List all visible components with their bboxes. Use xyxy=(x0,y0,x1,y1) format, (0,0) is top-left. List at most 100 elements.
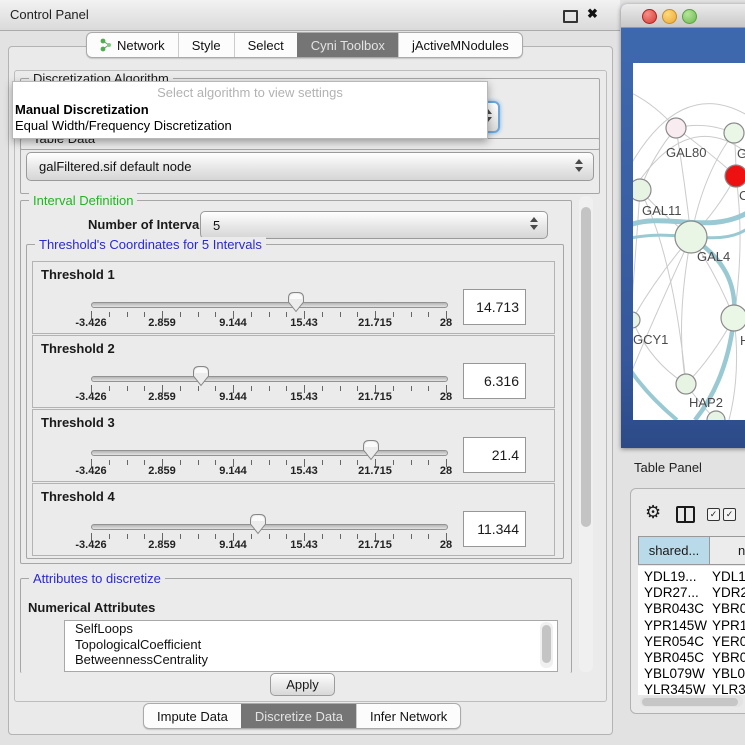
slider-tick xyxy=(322,312,323,317)
main-scrollbar-thumb[interactable] xyxy=(581,207,591,527)
threshold-value-field[interactable]: 21.4 xyxy=(463,437,526,473)
table-cell-shared[interactable]: YLR345W xyxy=(644,682,706,695)
table-cell-name[interactable]: YDR2 xyxy=(712,585,745,600)
slider-tick-label: -3.426 xyxy=(75,391,106,403)
network-node[interactable] xyxy=(707,411,725,420)
slider-tick xyxy=(215,312,216,317)
algorithm-option-manual-discretization[interactable]: Manual Discretization xyxy=(13,102,487,118)
zoom-traffic-light[interactable] xyxy=(682,9,697,24)
attributes-scrollbar-thumb[interactable] xyxy=(542,625,551,663)
slider-thumb[interactable] xyxy=(249,513,267,538)
gear-icon[interactable]: ⚙ xyxy=(645,502,661,523)
split-columns-icon[interactable] xyxy=(676,506,695,523)
slider-tick-label: 21.715 xyxy=(358,539,392,551)
minimize-traffic-light[interactable] xyxy=(662,9,677,24)
table-cell-shared[interactable]: YER054C xyxy=(644,634,704,649)
tab-label: Style xyxy=(192,38,221,53)
network-node[interactable] xyxy=(666,118,686,138)
num-intervals-combobox[interactable]: 5 xyxy=(200,211,548,239)
table-cell-shared[interactable]: YBR043C xyxy=(644,601,704,616)
network-node[interactable] xyxy=(721,305,745,331)
threshold-value-field[interactable]: 11.344 xyxy=(463,511,526,547)
checkbox-icon-1[interactable]: ✓ xyxy=(707,508,720,521)
slider-tick xyxy=(269,534,270,539)
attribute-item-betweennesscentrality[interactable]: BetweennessCentrality xyxy=(65,652,557,668)
table-hscrollbar-thumb[interactable] xyxy=(642,698,738,706)
slider-thumb[interactable] xyxy=(192,365,210,390)
tab-discretize-data[interactable]: Discretize Data xyxy=(241,704,356,728)
tab-select[interactable]: Select xyxy=(234,33,297,57)
table-column-header-shared[interactable]: shared... xyxy=(638,536,710,565)
slider-tick xyxy=(340,386,341,391)
tab-network[interactable]: Network xyxy=(87,33,178,57)
attribute-item-selfloops[interactable]: SelfLoops xyxy=(65,621,557,637)
close-icon[interactable]: ✖ xyxy=(587,6,598,22)
tab-label: Select xyxy=(248,38,284,53)
slider-tick xyxy=(127,386,128,391)
slider-thumb[interactable] xyxy=(362,439,380,464)
threshold-value-field[interactable]: 14.713 xyxy=(463,289,526,325)
network-node-label-gal11: GAL11 xyxy=(642,203,682,218)
table-cell-shared[interactable]: YBR045C xyxy=(644,650,704,665)
network-node-label-h: H xyxy=(740,333,745,348)
slider-track[interactable] xyxy=(91,376,448,382)
close-traffic-light[interactable] xyxy=(642,9,657,24)
slider-tick xyxy=(269,386,270,391)
table-cell-shared[interactable]: YDL19... xyxy=(644,569,697,584)
network-node[interactable] xyxy=(633,179,651,201)
table-column-header-name[interactable]: n xyxy=(709,536,745,565)
tab-label: Impute Data xyxy=(157,709,228,724)
slider-track[interactable] xyxy=(91,302,448,308)
network-node-label-gal80: GAL80 xyxy=(666,145,706,160)
network-canvas[interactable]: GAL80GACGAL11GAL4GCY1HHAP2 xyxy=(633,63,745,420)
threshold-label: Threshold 1 xyxy=(41,267,115,282)
table-cell-shared[interactable]: YPR145W xyxy=(644,618,707,633)
table-cell-name[interactable]: YBR0 xyxy=(712,601,745,616)
tab-label: Network xyxy=(117,38,165,53)
slider-tick xyxy=(322,460,323,465)
threshold-panel-2: Threshold 2-3.4262.8599.14415.4321.71528… xyxy=(32,335,555,408)
apply-button[interactable]: Apply xyxy=(270,673,335,696)
app-window: Control Panel ✖ NetworkStyleSelectCyni T… xyxy=(0,0,745,745)
algorithm-option-equal-width-frequency-discretization[interactable]: Equal Width/Frequency Discretization xyxy=(13,118,487,134)
table-cell-name[interactable]: YBL0 xyxy=(712,666,745,681)
slider-track[interactable] xyxy=(91,450,448,456)
table-cell-name[interactable]: YER0 xyxy=(712,634,745,649)
tab-infer-network[interactable]: Infer Network xyxy=(356,704,460,728)
table-data-combobox[interactable]: galFiltered.sif default node xyxy=(26,152,594,181)
table-rows[interactable]: YDL19... YDL1 YDR27... YDR2 YBR043C YBR0 YPR14… xyxy=(638,566,745,695)
float-window-icon[interactable] xyxy=(563,10,578,23)
network-node[interactable] xyxy=(676,374,696,394)
slider-track[interactable] xyxy=(91,524,448,530)
network-node[interactable] xyxy=(725,165,745,187)
slider-tick xyxy=(198,460,199,465)
slider-tick-label: 15.43 xyxy=(290,317,318,329)
attributes-scrollbar-track[interactable] xyxy=(540,622,553,668)
slider-tick xyxy=(393,386,394,391)
tab-style[interactable]: Style xyxy=(178,33,234,57)
network-window-titlebar xyxy=(621,4,745,28)
table-cell-shared[interactable]: YDR27... xyxy=(644,585,699,600)
table-cell-shared[interactable]: YBL079W xyxy=(644,666,705,681)
table-hscrollbar-track[interactable] xyxy=(640,696,743,707)
tab-impute-data[interactable]: Impute Data xyxy=(144,704,241,728)
table-cell-name[interactable]: YLR3 xyxy=(712,682,745,695)
network-node[interactable] xyxy=(633,312,640,328)
table-cell-name[interactable]: YDL1 xyxy=(712,569,745,584)
slider-tick-label: 2.859 xyxy=(148,465,176,477)
network-node-label-hap2: HAP2 xyxy=(689,395,723,410)
slider-thumb[interactable] xyxy=(287,291,305,316)
tab-jactivemnodules[interactable]: jActiveMNodules xyxy=(398,33,522,57)
network-node[interactable] xyxy=(724,123,744,143)
main-scrollbar-track[interactable] xyxy=(579,196,593,672)
slider-tick xyxy=(251,312,252,317)
slider-tick xyxy=(340,460,341,465)
table-cell-name[interactable]: YPR1 xyxy=(712,618,745,633)
numerical-attributes-list[interactable]: SelfLoopsTopologicalCoefficientBetweenne… xyxy=(64,620,558,672)
table-cell-name[interactable]: YBR0 xyxy=(712,650,745,665)
network-node-label-ga: GA xyxy=(737,146,745,161)
attribute-item-topologicalcoefficient[interactable]: TopologicalCoefficient xyxy=(65,637,557,653)
checkbox-icon-2[interactable]: ✓ xyxy=(723,508,736,521)
tab-cyni-toolbox[interactable]: Cyni Toolbox xyxy=(297,33,398,57)
threshold-value-field[interactable]: 6.316 xyxy=(463,363,526,399)
